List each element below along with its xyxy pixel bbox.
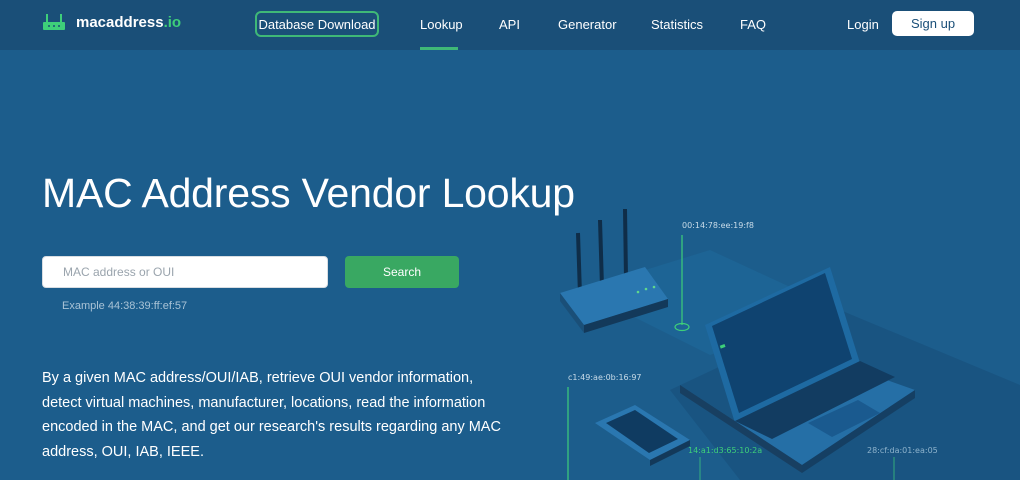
top-navbar: macaddress.io Database Download Lookup A… — [0, 0, 1020, 50]
mac-label-3: 14:a1:d3:65:10:2a — [688, 446, 762, 455]
brand-name: macaddress.io — [76, 13, 182, 31]
hero-description: By a given MAC address/OUI/IAB, retrieve… — [42, 370, 501, 460]
mac-label-2: c1:49:ae:0b:16:97 — [568, 373, 642, 382]
signup-button[interactable]: Sign up — [892, 11, 974, 36]
nav-link-api[interactable]: API — [499, 17, 520, 32]
page-title: MAC Address Vendor Lookup — [42, 170, 575, 216]
mac-label-1: 00:14:78:ee:19:f8 — [682, 221, 754, 230]
tablet-graphic — [595, 405, 690, 466]
router-icon — [43, 14, 65, 30]
login-link[interactable]: Login — [847, 17, 879, 32]
search-example-hint: Example 44:38:39:ff:ef:57 — [62, 300, 188, 312]
database-download-button[interactable]: Database Download — [255, 11, 379, 37]
active-tab-indicator — [420, 47, 458, 50]
mac-label-4: 28:cf:da:01:ea:05 — [867, 446, 938, 455]
nav-link-statistics[interactable]: Statistics — [651, 17, 703, 32]
mac-search-input[interactable] — [42, 256, 328, 288]
brand-logo[interactable]: macaddress.io — [42, 13, 181, 31]
nav-link-lookup[interactable]: Lookup — [420, 17, 463, 32]
nav-link-generator[interactable]: Generator — [558, 17, 617, 32]
nav-link-faq[interactable]: FAQ — [740, 17, 766, 32]
search-button[interactable]: Search — [345, 256, 459, 288]
network-illustration: 00:14:78:ee:19:f8 c1:49:ae:0b:16:97 14:a… — [560, 208, 1020, 480]
